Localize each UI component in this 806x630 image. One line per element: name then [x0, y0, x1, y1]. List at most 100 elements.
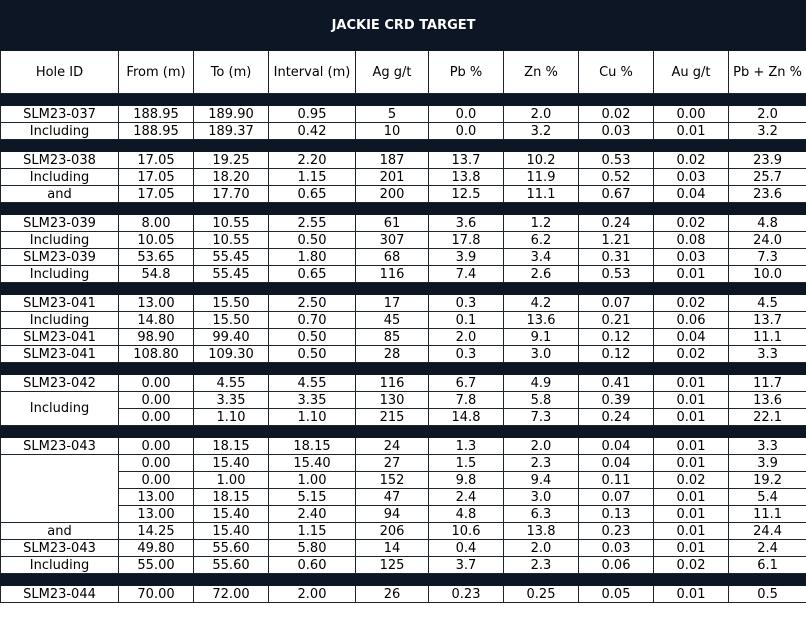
cell-from: 98.90	[118, 328, 194, 346]
cell-au: 0.03	[653, 248, 729, 266]
cell-interval: 18.15	[268, 437, 356, 455]
col-header-pb-zn: Pb + Zn %	[727, 50, 806, 94]
cell-hole-id: SLM23-039	[0, 248, 119, 266]
cell-interval: 2.40	[268, 505, 356, 523]
cell-zn: 11.1	[503, 185, 579, 203]
cell-hole-id: Including	[0, 556, 119, 574]
cell-pb-zn: 24.0	[727, 231, 806, 249]
cell-zn: 13.8	[503, 522, 579, 540]
cell-pb-zn: 3.3	[727, 345, 806, 363]
cell-au: 0.01	[653, 265, 729, 283]
cell-zn: 6.3	[503, 505, 579, 523]
cell-pb: 2.4	[428, 488, 504, 506]
cell-cu: 0.12	[578, 328, 654, 346]
cell-interval: 1.00	[268, 471, 356, 489]
cell-from: 0.00	[118, 454, 194, 472]
cell-to: 189.90	[193, 105, 269, 123]
cell-pb-zn: 4.8	[727, 214, 806, 232]
cell-cu: 0.07	[578, 294, 654, 312]
cell-au: 0.01	[653, 488, 729, 506]
cell-to: 4.55	[193, 374, 269, 392]
cell-interval: 2.55	[268, 214, 356, 232]
cell-au: 0.01	[653, 539, 729, 557]
cell-pb-zn: 24.4	[727, 522, 806, 540]
cell-from: 13.00	[118, 294, 194, 312]
cell-au: 0.01	[653, 122, 729, 140]
cell-zn: 2.0	[503, 105, 579, 123]
table-row: SLM23-039 8.00 10.55 2.55 61 3.6 1.2 0.24 0.02 4.…	[0, 214, 806, 232]
cell-pb-zn: 0.5	[727, 585, 806, 603]
cell-pb: 14.8	[428, 408, 504, 426]
cell-zn: 2.6	[503, 265, 579, 283]
cell-zn: 6.2	[503, 231, 579, 249]
table-row: 0.00 1.00 1.00 152 9.8 9.4 0.11 0.02 19.2	[1, 471, 806, 489]
cell-from: 17.05	[118, 168, 194, 186]
cell-cu: 0.53	[578, 151, 654, 169]
cell-hole-id	[0, 454, 119, 523]
cell-to: 55.60	[193, 539, 269, 557]
cell-cu: 0.03	[578, 539, 654, 557]
cell-pb-zn: 22.1	[727, 408, 806, 426]
cell-hole-id: Including	[0, 168, 119, 186]
cell-pb-zn: 2.4	[727, 539, 806, 557]
group-separator	[0, 139, 806, 152]
cell-au: 0.01	[653, 374, 729, 392]
cell-hole-id: Including	[0, 391, 119, 426]
cell-ag: 17	[355, 294, 429, 312]
cell-pb-zn: 13.7	[727, 311, 806, 329]
cell-zn: 2.0	[503, 437, 579, 455]
cell-ag: 27	[355, 454, 429, 472]
cell-to: 15.40	[193, 522, 269, 540]
cell-zn: 13.6	[503, 311, 579, 329]
cell-ag: 28	[355, 345, 429, 363]
cell-zn: 3.2	[503, 122, 579, 140]
cell-ag: 200	[355, 185, 429, 203]
group-separator	[0, 573, 806, 586]
cell-ag: 125	[355, 556, 429, 574]
cell-zn: 10.2	[503, 151, 579, 169]
cell-ag: 85	[355, 328, 429, 346]
cell-from: 108.80	[118, 345, 194, 363]
cell-to: 15.40	[193, 505, 269, 523]
table-title: JACKIE CRD TARGET	[0, 0, 806, 51]
cell-pb: 7.4	[428, 265, 504, 283]
cell-from: 0.00	[118, 391, 194, 409]
cell-cu: 0.02	[578, 105, 654, 123]
cell-pb: 4.8	[428, 505, 504, 523]
cell-interval: 5.80	[268, 539, 356, 557]
table-row: SLM23-037 188.95 189.90 0.95 5 0.0 2.0 0.02 0.00…	[0, 105, 806, 123]
cell-ag: 201	[355, 168, 429, 186]
cell-au: 0.04	[653, 185, 729, 203]
cell-pb-zn: 23.9	[727, 151, 806, 169]
cell-cu: 0.13	[578, 505, 654, 523]
cell-cu: 0.24	[578, 214, 654, 232]
cell-to: 99.40	[193, 328, 269, 346]
cell-au: 0.02	[653, 214, 729, 232]
cell-au: 0.01	[653, 437, 729, 455]
cell-hole-id: SLM23-041	[0, 294, 119, 312]
separator-bar	[0, 202, 806, 215]
cell-to: 55.60	[193, 556, 269, 574]
cell-hole-id: SLM23-043	[0, 539, 119, 557]
cell-hole-id: SLM23-041	[0, 328, 119, 346]
cell-ag: 307	[355, 231, 429, 249]
cell-cu: 0.53	[578, 265, 654, 283]
cell-au: 0.01	[653, 505, 729, 523]
table-row: and 17.05 17.70 0.65 200 12.5 11.1 0.67 0.04 23.6	[0, 185, 806, 203]
cell-au: 0.03	[653, 168, 729, 186]
cell-cu: 0.06	[578, 556, 654, 574]
cell-pb: 0.3	[428, 294, 504, 312]
cell-interval: 15.40	[268, 454, 356, 472]
cell-ag: 45	[355, 311, 429, 329]
cell-au: 0.04	[653, 328, 729, 346]
cell-ag: 130	[355, 391, 429, 409]
cell-cu: 0.41	[578, 374, 654, 392]
table-row: Including 10.05 10.55 0.50 307 17.8 6.2 1.21 0.0…	[0, 231, 806, 249]
cell-cu: 0.52	[578, 168, 654, 186]
cell-pb-zn: 10.0	[727, 265, 806, 283]
cell-pb: 13.7	[428, 151, 504, 169]
table-row: 13.00 15.40 2.40 94 4.8 6.3 0.13 0.01 11.1	[1, 505, 806, 523]
cell-cu: 0.07	[578, 488, 654, 506]
cell-zn: 11.9	[503, 168, 579, 186]
cell-pb-zn: 25.7	[727, 168, 806, 186]
